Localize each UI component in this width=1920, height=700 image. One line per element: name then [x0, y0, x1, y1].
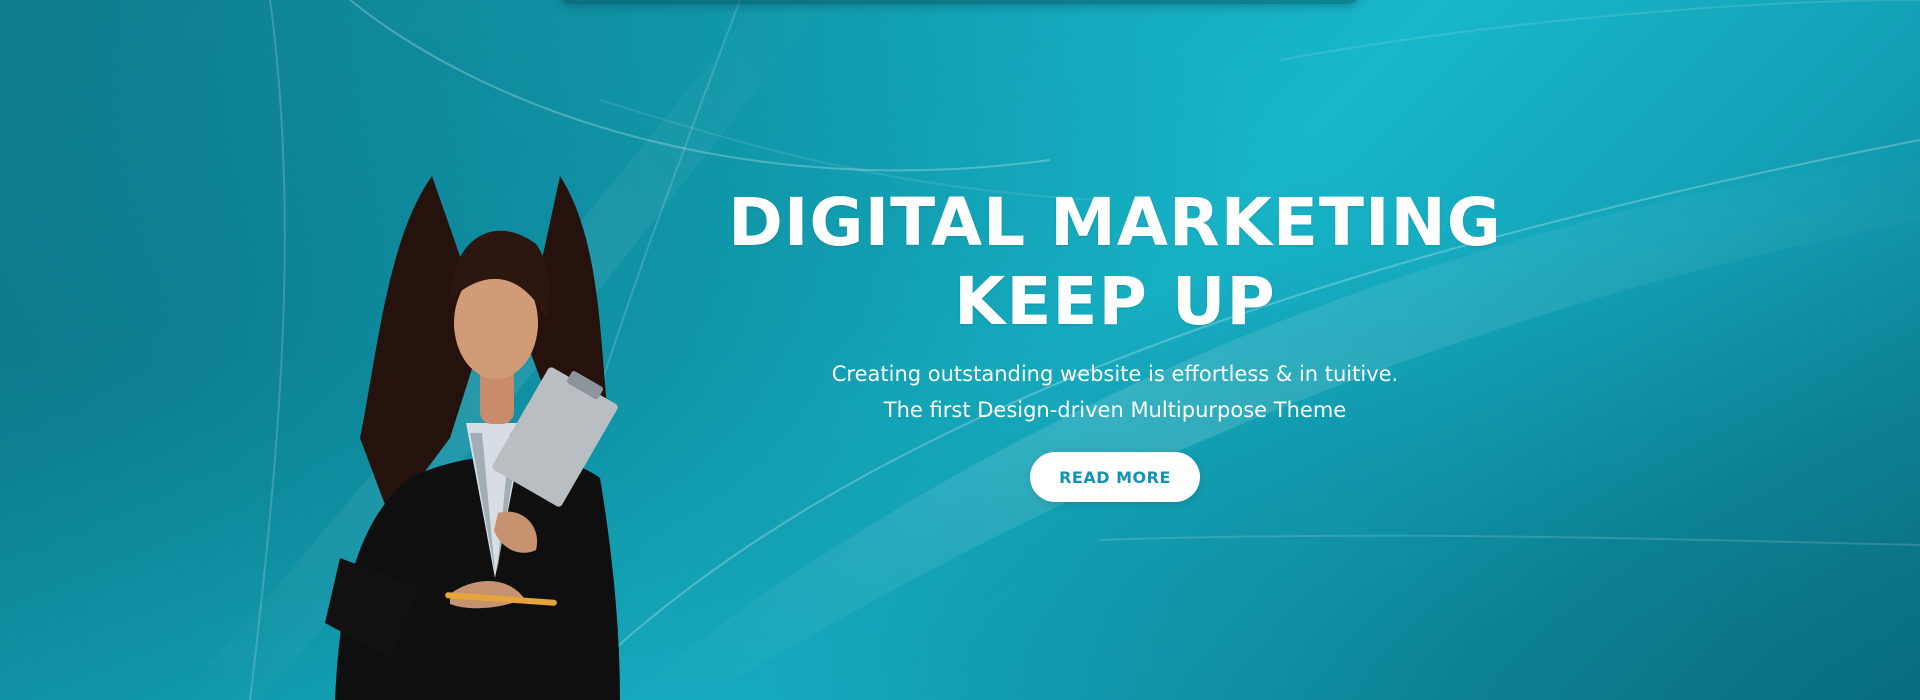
header-strip — [560, 0, 1360, 4]
hero-banner: DIGITAL MARKETING KEEP UP Creating outst… — [0, 0, 1920, 700]
read-more-button[interactable]: READ MORE — [1030, 452, 1200, 502]
background-swoosh-graphic — [0, 0, 1920, 700]
hero-subtitle: Creating outstanding website is effortle… — [700, 356, 1530, 428]
subtitle-line-2: The first Design-driven Multipurpose The… — [883, 398, 1347, 422]
businesswoman-photo — [325, 176, 620, 700]
hero-headline: DIGITAL MARKETING KEEP UP — [700, 183, 1530, 341]
subtitle-line-1: Creating outstanding website is effortle… — [831, 362, 1399, 386]
headline-line-1: DIGITAL MARKETING — [728, 184, 1502, 261]
headline-line-2: KEEP UP — [954, 263, 1276, 340]
